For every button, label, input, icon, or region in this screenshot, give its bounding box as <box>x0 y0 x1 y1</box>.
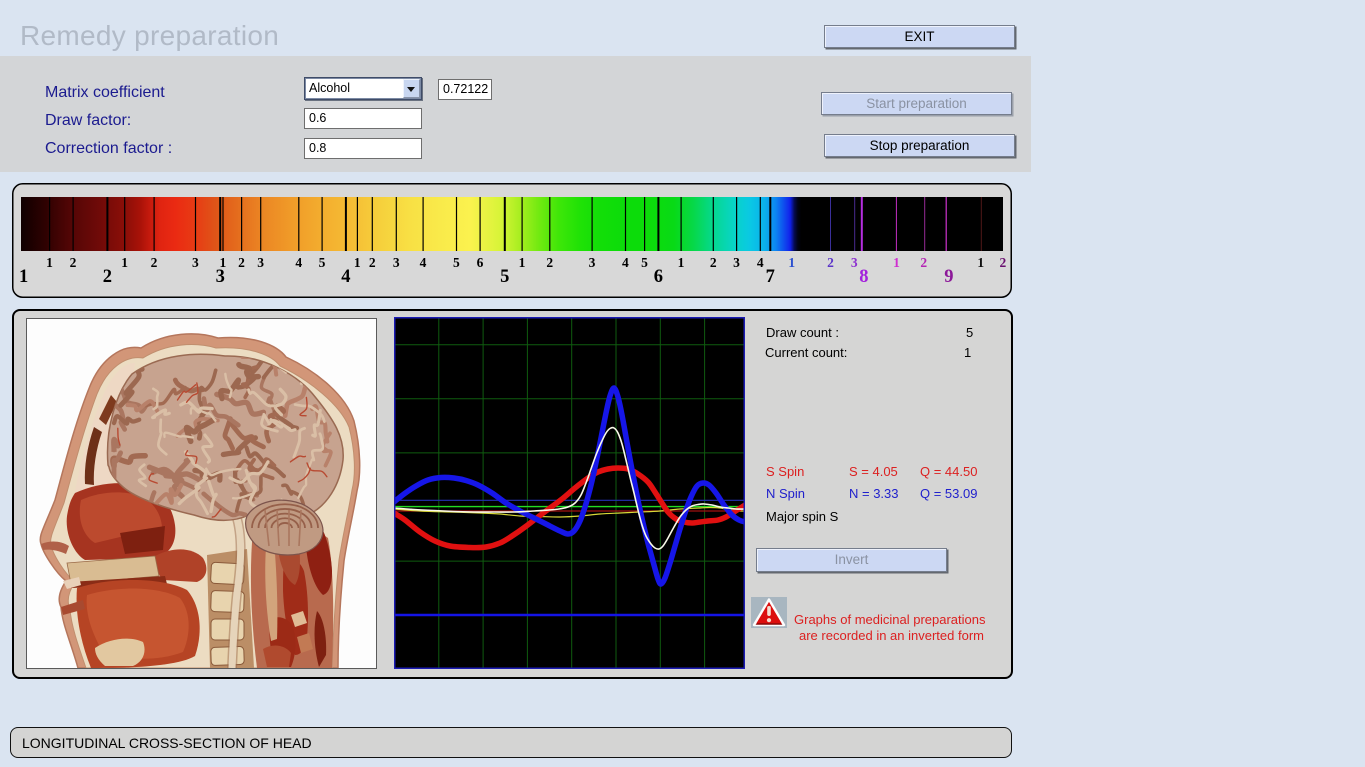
svg-text:3: 3 <box>589 255 596 270</box>
svg-text:4: 4 <box>622 255 629 270</box>
svg-text:1: 1 <box>788 255 795 270</box>
svg-text:3: 3 <box>733 255 740 270</box>
svg-text:3: 3 <box>851 255 858 270</box>
svg-text:4: 4 <box>757 255 764 270</box>
svg-text:5: 5 <box>453 255 460 270</box>
svg-text:6: 6 <box>654 267 663 287</box>
svg-text:1: 1 <box>354 255 361 270</box>
svg-text:1: 1 <box>46 255 53 270</box>
svg-text:8: 8 <box>859 267 868 287</box>
svg-text:3: 3 <box>216 267 225 287</box>
svg-text:2: 2 <box>151 255 158 270</box>
svg-text:3: 3 <box>257 255 264 270</box>
svg-text:2: 2 <box>238 255 245 270</box>
svg-text:5: 5 <box>641 255 648 270</box>
svg-text:1: 1 <box>678 255 685 270</box>
svg-text:1: 1 <box>19 267 28 287</box>
svg-text:4: 4 <box>420 255 427 270</box>
svg-text:2: 2 <box>369 255 376 270</box>
svg-text:4: 4 <box>295 255 302 270</box>
svg-text:1: 1 <box>977 255 984 270</box>
svg-text:3: 3 <box>393 255 400 270</box>
svg-text:2: 2 <box>827 255 834 270</box>
svg-text:3: 3 <box>192 255 199 270</box>
svg-text:2: 2 <box>546 255 553 270</box>
svg-text:2: 2 <box>1000 255 1007 270</box>
svg-text:5: 5 <box>319 255 326 270</box>
svg-text:9: 9 <box>944 267 953 287</box>
svg-text:1: 1 <box>893 255 900 270</box>
svg-text:1: 1 <box>121 255 128 270</box>
svg-text:2: 2 <box>920 255 927 270</box>
svg-text:4: 4 <box>341 267 350 287</box>
svg-text:2: 2 <box>70 255 77 270</box>
svg-text:1: 1 <box>519 255 526 270</box>
svg-text:5: 5 <box>500 267 509 287</box>
svg-text:6: 6 <box>477 255 484 270</box>
svg-text:2: 2 <box>710 255 717 270</box>
svg-text:7: 7 <box>766 267 775 287</box>
svg-text:2: 2 <box>103 267 112 287</box>
